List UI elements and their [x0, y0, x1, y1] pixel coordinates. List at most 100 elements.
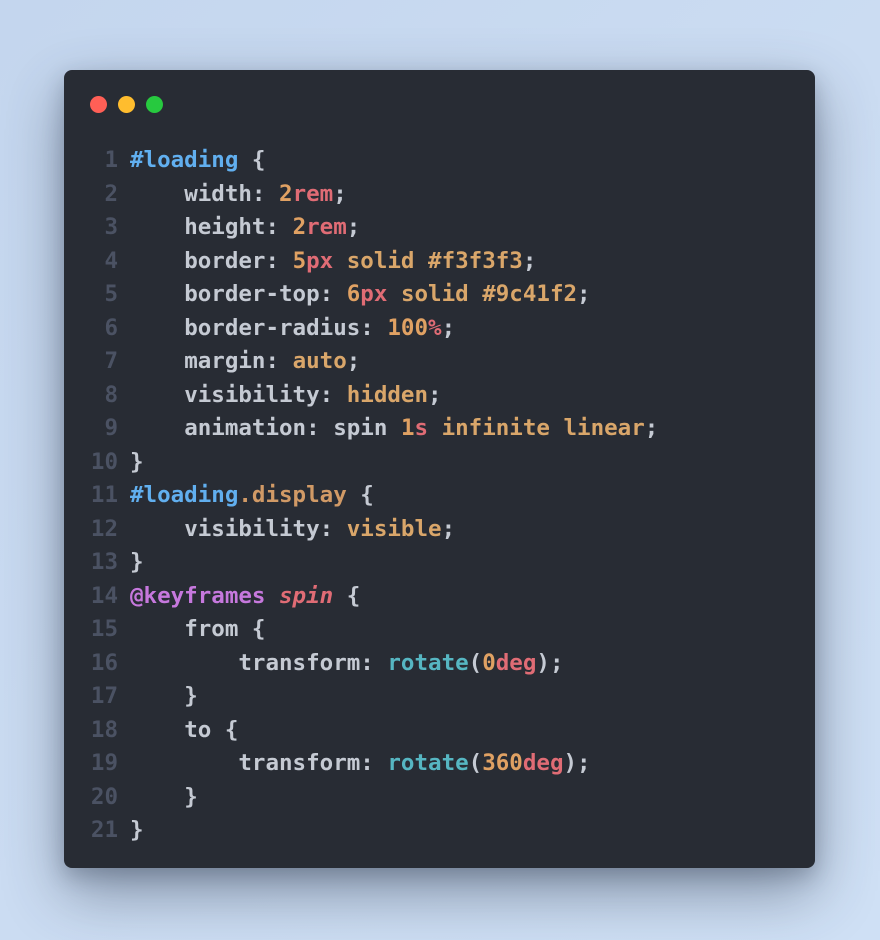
code-token-punct: } — [130, 549, 144, 575]
code-token-plain: to — [184, 716, 212, 743]
code-token-punct: : — [265, 247, 293, 274]
code-token-num: 100 — [387, 314, 429, 341]
code-token-prop: width — [184, 180, 252, 207]
code-token-name: spin — [279, 582, 334, 609]
code-line: 11 #loading.display { — [64, 479, 658, 513]
minimize-dot-icon[interactable] — [118, 96, 135, 113]
line-number: 11 — [90, 482, 118, 508]
code-token-prop: border-top — [184, 281, 320, 307]
code-token-punct: { — [333, 582, 361, 609]
code-text: #loading.display { — [130, 482, 374, 508]
code-token-value: linear — [563, 415, 645, 441]
code-token-punct: { — [238, 147, 266, 173]
code-line: 18 to { — [64, 714, 658, 748]
line-number: 20 — [90, 783, 118, 810]
code-text: from { — [130, 616, 265, 642]
code-line: 16 transform: rotate(0deg); — [64, 647, 658, 681]
code-token-punct: } — [130, 448, 144, 475]
code-token-prop: border-radius — [184, 314, 361, 341]
code-token-prop: animation — [184, 415, 307, 441]
code-token-punct: ; — [644, 415, 659, 441]
code-token-plain: spin — [333, 415, 401, 441]
code-token-punct: ); — [536, 649, 564, 676]
code-token-punct: : — [251, 180, 280, 207]
line-number: 4 — [104, 247, 118, 274]
code-token-unit: rem — [306, 214, 347, 240]
code-token-punct: ; — [441, 515, 456, 542]
code-token-prop: margin — [184, 348, 266, 374]
code-token-punct: : — [319, 381, 347, 408]
code-token-func: rotate — [387, 649, 469, 676]
code-token-prop: visibility — [184, 381, 320, 408]
line-number: 12 — [90, 515, 118, 542]
code-token-value: visible — [346, 515, 442, 542]
code-token-prop: visibility — [184, 515, 320, 542]
line-number: 19 — [90, 750, 118, 776]
line-number: 6 — [104, 314, 118, 341]
code-token-prop: transform — [238, 750, 361, 776]
line-number: 2 — [104, 180, 118, 207]
code-token-prop: transform — [238, 649, 361, 676]
code-text: margin: auto; — [130, 348, 360, 374]
code-token-value: #9c41f2 — [482, 281, 578, 307]
code-line: 17 } — [64, 680, 658, 714]
code-line: 2 width: 2rem; — [64, 178, 658, 212]
line-number: 10 — [90, 448, 118, 475]
line-number: 17 — [90, 683, 118, 709]
code-line: 4 border: 5px solid #f3f3f3; — [64, 245, 658, 279]
code-line: 12 visibility: visible; — [64, 513, 658, 547]
code-text: border-radius: 100%; — [130, 315, 455, 341]
code-line: 14 @keyframes spin { — [64, 580, 658, 614]
code-token-unit: deg — [522, 750, 564, 776]
code-block: 1 #loading {2 width: 2rem; 3 height: 2rem;… — [64, 144, 658, 848]
code-token-num: 360 — [482, 750, 523, 776]
code-token-num: 0 — [482, 649, 496, 676]
line-number: 9 — [104, 415, 118, 441]
code-line: 9 animation: spin 1s infinite linear; — [64, 412, 658, 446]
code-token-punct: } — [184, 783, 198, 810]
code-token-punct: } — [184, 683, 198, 709]
code-text: to { — [130, 717, 238, 743]
code-token-punct: { — [211, 716, 239, 743]
code-token-unit: rem — [292, 180, 334, 207]
code-token-punct: : — [319, 515, 347, 542]
line-number: 21 — [90, 817, 118, 843]
close-dot-icon[interactable] — [90, 96, 107, 113]
code-token-value: #f3f3f3 — [428, 247, 523, 274]
code-line: 20 } — [64, 781, 658, 815]
code-token-punct: ; — [333, 180, 347, 207]
code-token-punct: : — [265, 214, 293, 240]
code-token-punct: ; — [522, 247, 537, 274]
line-number: 15 — [90, 616, 118, 642]
code-token-value: infinite — [441, 415, 550, 441]
code-text: visibility: visible; — [130, 516, 455, 542]
code-line: 19 transform: rotate(360deg); — [64, 747, 658, 781]
line-number: 18 — [90, 716, 118, 743]
maximize-dot-icon[interactable] — [146, 96, 163, 113]
code-token-unit: s — [414, 415, 429, 441]
code-token-punct: ; — [441, 314, 456, 341]
code-text: } — [130, 549, 144, 575]
line-number: 3 — [104, 214, 118, 240]
code-token-prop: height — [184, 214, 266, 240]
code-line: 15 from { — [64, 613, 658, 647]
code-text: animation: spin 1s infinite linear; — [130, 415, 658, 441]
code-line: 6 border-radius: 100%; — [64, 312, 658, 346]
code-text: } — [130, 683, 198, 709]
